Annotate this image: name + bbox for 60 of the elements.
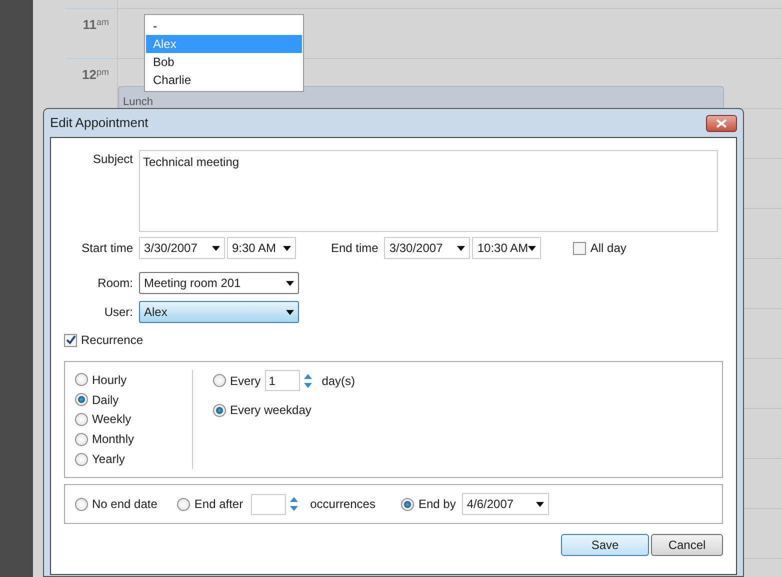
time-dropdown[interactable]: 9:30 AM [227, 237, 296, 259]
subject-field[interactable]: Technical meeting [139, 150, 718, 232]
time-label: 11$^{am}$ [82, 16, 109, 34]
radio-label: Every weekday [230, 402, 312, 419]
dropdown-option[interactable]: Charlie [146, 71, 302, 89]
radio-button[interactable] [75, 498, 88, 510]
radio-button[interactable] [75, 412, 88, 426]
radio-label: End by [418, 496, 456, 513]
time-dropdown[interactable]: 10:30 AM [472, 237, 542, 259]
radio-label: Hourly [92, 372, 127, 389]
radio-label: Monthly [92, 431, 134, 448]
radio-label: End after [194, 496, 244, 513]
radio-button[interactable] [75, 432, 88, 446]
radio-label: Daily [92, 392, 119, 409]
user-dropdown[interactable]: Alex [139, 301, 299, 323]
dialog-title: Edit Appointment [50, 114, 148, 132]
cancel-button[interactable]: Cancel [651, 534, 723, 556]
dropdown-option[interactable]: - [146, 17, 302, 35]
caret-icon [212, 246, 220, 250]
date-dropdown[interactable]: 4/6/2007 [462, 493, 549, 515]
field-label: Room: [96, 275, 134, 292]
caret-icon [286, 310, 294, 314]
date-dropdown[interactable]: 3/30/2007 [384, 237, 470, 259]
date-dropdown[interactable]: 3/30/2007 [139, 237, 225, 259]
number-field[interactable] [251, 494, 286, 514]
radio-button[interactable] [213, 404, 226, 416]
radio-button[interactable] [177, 498, 190, 510]
radio-label: Weekly [92, 411, 132, 428]
radio-button[interactable] [213, 374, 226, 387]
field-label: End time [331, 240, 378, 257]
checkbox-label: All day [590, 240, 626, 257]
radio-button[interactable] [75, 452, 88, 466]
caret-icon [528, 246, 536, 250]
checkbox[interactable] [573, 242, 586, 254]
close-icon [716, 118, 727, 128]
field-label: Start time [80, 240, 134, 257]
dropdown-option[interactable]: Bob [146, 53, 302, 71]
field-label: Subject [92, 151, 134, 168]
radio-label: Yearly [92, 451, 125, 468]
radio-label: No end date [92, 496, 158, 513]
caret-icon [283, 246, 291, 250]
radio-button[interactable] [75, 373, 88, 386]
radio-button[interactable] [401, 498, 414, 510]
field-label: User: [103, 304, 134, 321]
spinner-arrows-icon[interactable] [304, 372, 312, 388]
field-suffix: day(s) [322, 372, 356, 390]
time-label: 12$^{pm}$ [82, 66, 109, 84]
field-suffix: occurrences [310, 496, 376, 513]
caret-icon [536, 502, 544, 506]
checkbox[interactable] [64, 334, 77, 346]
room-dropdown[interactable]: Meeting room 201 [139, 272, 299, 294]
radio-label: Every [230, 372, 261, 390]
caret-icon [457, 246, 466, 250]
caret-icon [286, 280, 294, 286]
close-button[interactable] [706, 114, 737, 132]
checkbox-label: Recurrence [81, 332, 144, 349]
radio-button[interactable] [75, 393, 88, 406]
spinner-arrows-icon[interactable] [290, 496, 298, 512]
number-field[interactable]: 1 [264, 370, 300, 391]
save-button[interactable]: Save [561, 534, 649, 556]
